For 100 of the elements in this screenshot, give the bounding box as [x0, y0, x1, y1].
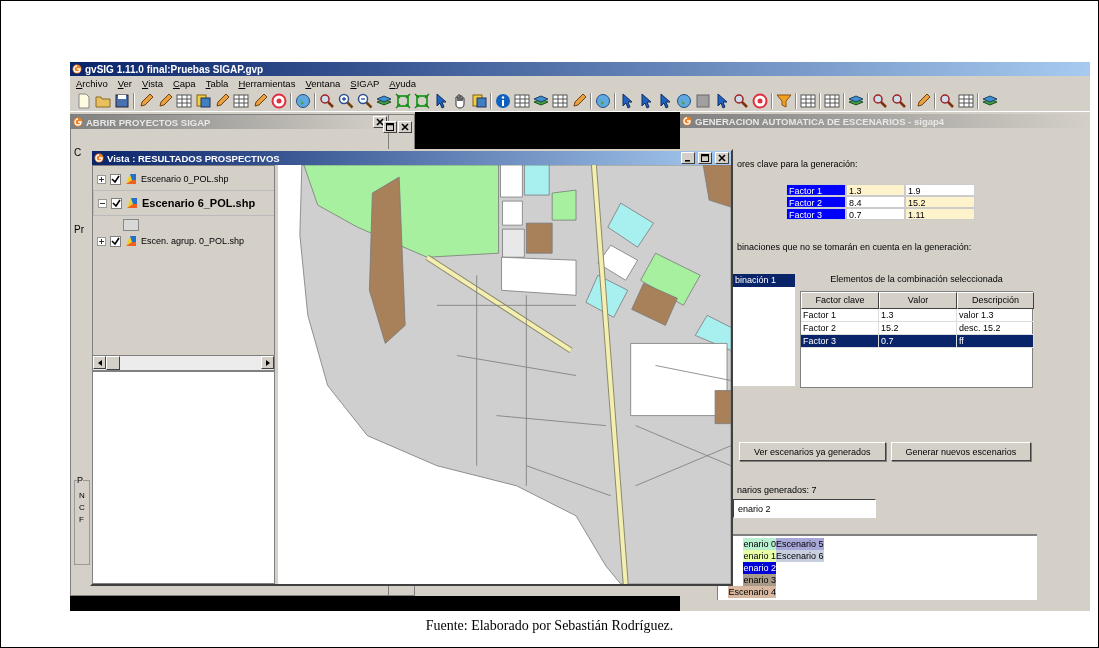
list-item[interactable]: enario 3 [743, 574, 776, 586]
menu-item[interactable]: SIGAP [350, 78, 380, 89]
list-item[interactable]: enario 0 [743, 538, 776, 550]
column-header[interactable]: Factor clave [801, 292, 879, 309]
pencil-icon[interactable] [915, 93, 931, 109]
target-icon[interactable] [271, 93, 287, 109]
globe-icon[interactable] [676, 93, 692, 109]
pencil-icon[interactable] [138, 93, 154, 109]
checkbox[interactable] [111, 197, 122, 209]
search-icon[interactable] [939, 93, 955, 109]
pencil-icon[interactable] [571, 93, 587, 109]
save-icon[interactable] [114, 93, 130, 109]
list-item[interactable]: Escenario 6 [776, 550, 824, 562]
layer-name[interactable]: Escenario 0_POL.shp [141, 174, 229, 184]
menu-item[interactable]: Vista [141, 78, 163, 89]
zoom-in-icon[interactable] [338, 93, 354, 109]
label: C [79, 503, 86, 512]
table-icon[interactable] [514, 93, 530, 109]
list-item[interactable]: Escenario 5 [776, 538, 824, 550]
pencil-icon[interactable] [157, 93, 173, 109]
list-item[interactable]: Escenario 4 [728, 586, 776, 598]
scroll-left-button[interactable] [93, 356, 106, 369]
zoom-out-icon[interactable] [357, 93, 373, 109]
search-icon[interactable] [872, 93, 888, 109]
globe-icon[interactable] [295, 93, 311, 109]
pointer-icon[interactable] [638, 93, 654, 109]
column-header[interactable]: Descripción [957, 292, 1034, 309]
list-item[interactable]: enario 2 [743, 562, 776, 574]
info-icon[interactable] [495, 93, 511, 109]
menu-item[interactable]: Capa [172, 78, 196, 89]
table-title: Elementos de la combinación seleccionada [829, 274, 1004, 286]
menu-item[interactable]: Tabla [205, 78, 229, 89]
maximize-button[interactable] [698, 152, 712, 164]
minimize-button[interactable] [681, 152, 695, 164]
scroll-thumb[interactable] [106, 356, 120, 370]
column-header[interactable]: Valor [879, 292, 957, 309]
table-icon[interactable] [800, 93, 816, 109]
search-icon[interactable] [733, 93, 749, 109]
table-cell[interactable]: 8.4 [846, 196, 905, 208]
pointer-icon[interactable] [657, 93, 673, 109]
table-cell[interactable]: 1.11 [905, 208, 975, 220]
notes-icon[interactable] [471, 93, 487, 109]
checkbox[interactable] [110, 173, 121, 185]
target-icon[interactable] [752, 93, 768, 109]
menu-item[interactable]: Ver [117, 78, 132, 89]
menu-item[interactable]: Ayuda [389, 78, 417, 89]
table-cell[interactable]: 1.9 [905, 184, 975, 196]
action-button[interactable]: Ver escenarios ya generados [739, 442, 886, 461]
label: N [79, 491, 86, 500]
table-icon[interactable] [958, 93, 974, 109]
pointer-icon[interactable] [433, 93, 449, 109]
table-icon[interactable] [552, 93, 568, 109]
close-button[interactable] [715, 152, 729, 164]
window-title: Vista : RESULTADOS PROSPECTIVOS [107, 152, 281, 164]
table-icon[interactable] [176, 93, 192, 109]
app-logo-icon [72, 64, 82, 74]
table-cell[interactable]: 1.3 [846, 184, 905, 196]
pointer-icon[interactable] [714, 93, 730, 109]
caption: Fuente: Elaborado por Sebastián Rodríguez. [425, 618, 674, 634]
extent-icon[interactable] [395, 93, 411, 109]
globe-icon[interactable] [595, 93, 611, 109]
table-cell[interactable]: 0.7 [846, 208, 905, 220]
list-item[interactable]: enario 1 [743, 550, 776, 562]
close-button[interactable] [398, 121, 412, 133]
menu-item[interactable]: Ventana [305, 78, 341, 89]
label: narios generados: 7 [737, 485, 818, 495]
menu-item[interactable]: Herramientas [238, 78, 296, 89]
search-icon[interactable] [319, 93, 335, 109]
close-icon [376, 118, 384, 126]
window-title: GENERACION AUTOMATICA DE ESCENARIOS - sigap4 [695, 115, 946, 127]
pencil-icon[interactable] [252, 93, 268, 109]
checkbox[interactable] [110, 235, 121, 247]
table-cell: ff [957, 335, 1034, 348]
scroll-right-button[interactable] [261, 356, 274, 369]
search-icon[interactable] [891, 93, 907, 109]
table-icon[interactable] [824, 93, 840, 109]
layer-row[interactable]: Escenario 6_POL.shp [93, 190, 274, 216]
expand-toggle[interactable] [97, 174, 106, 184]
table-cell[interactable]: 15.2 [905, 196, 975, 208]
list-item[interactable]: binación 1 [733, 274, 795, 287]
table-cell: 0.7 [879, 335, 957, 348]
pointer-icon[interactable] [619, 93, 635, 109]
layer-icon [125, 235, 137, 247]
scenario-field[interactable]: enario 2 [733, 499, 876, 518]
extent-icon[interactable] [414, 93, 430, 109]
label: binaciones que no se tomarán en cuenta en la generación: [737, 242, 973, 252]
legend-swatch [123, 219, 139, 231]
action-button[interactable]: Generar nuevos escenarios [890, 442, 1032, 461]
collapse-toggle[interactable] [98, 198, 107, 208]
table-icon[interactable] [233, 93, 249, 109]
pencil-icon[interactable] [214, 93, 230, 109]
layer-name[interactable]: Escen. agrup. 0_POL.shp [141, 236, 245, 246]
menu-item[interactable]: Archivo [76, 78, 108, 89]
funnel-icon[interactable] [776, 93, 792, 109]
expand-toggle[interactable] [97, 236, 106, 246]
scrollbar[interactable] [92, 355, 275, 371]
notes-icon[interactable] [195, 93, 211, 109]
table-cell: Factor 3 [801, 335, 879, 348]
table-cell: Factor 3 [786, 208, 846, 220]
maximize-button[interactable] [383, 121, 397, 133]
